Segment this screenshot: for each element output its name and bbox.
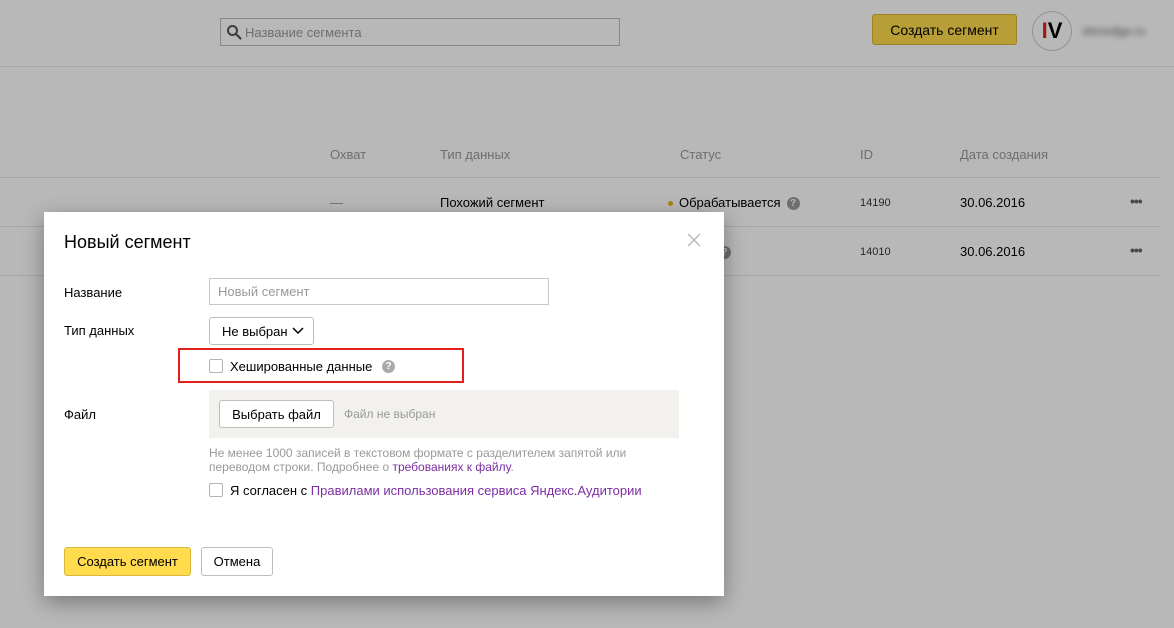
new-segment-dialog: Новый сегмент Название Тип данных Не выб… (44, 212, 724, 596)
type-label: Тип данных (64, 323, 135, 338)
chevron-down-icon (292, 327, 304, 335)
dialog-title: Новый сегмент (64, 232, 191, 252)
agree-label[interactable]: Я согласен с Правилами использования сер… (230, 483, 642, 498)
agree-checkbox[interactable] (209, 483, 223, 497)
file-status: Файл не выбран (344, 407, 436, 421)
file-upload-area: Выбрать файл Файл не выбран (209, 390, 679, 438)
hashed-data-checkbox[interactable] (209, 359, 223, 373)
hint-end: . (510, 460, 514, 474)
name-input[interactable] (210, 279, 548, 304)
question-icon[interactable]: ? (382, 360, 395, 373)
data-type-select[interactable]: Не выбран (209, 317, 314, 345)
file-requirements-link[interactable]: требованиях к файлу (392, 460, 510, 474)
name-label: Название (64, 285, 123, 300)
data-type-value: Не выбран (222, 323, 288, 339)
agree-text: Я согласен с (230, 483, 311, 498)
submit-segment-button[interactable]: Создать сегмент (64, 547, 191, 576)
hashed-data-label[interactable]: Хешированные данные (230, 359, 372, 374)
terms-link[interactable]: Правилами использования сервиса Яндекс.А… (311, 483, 642, 498)
cancel-button[interactable]: Отмена (201, 547, 273, 576)
file-label: Файл (64, 407, 96, 422)
choose-file-button[interactable]: Выбрать файл (219, 400, 334, 428)
name-field[interactable] (209, 278, 549, 305)
close-icon[interactable] (686, 232, 702, 248)
file-hint: Не менее 1000 записей в текстовом формат… (209, 446, 679, 474)
